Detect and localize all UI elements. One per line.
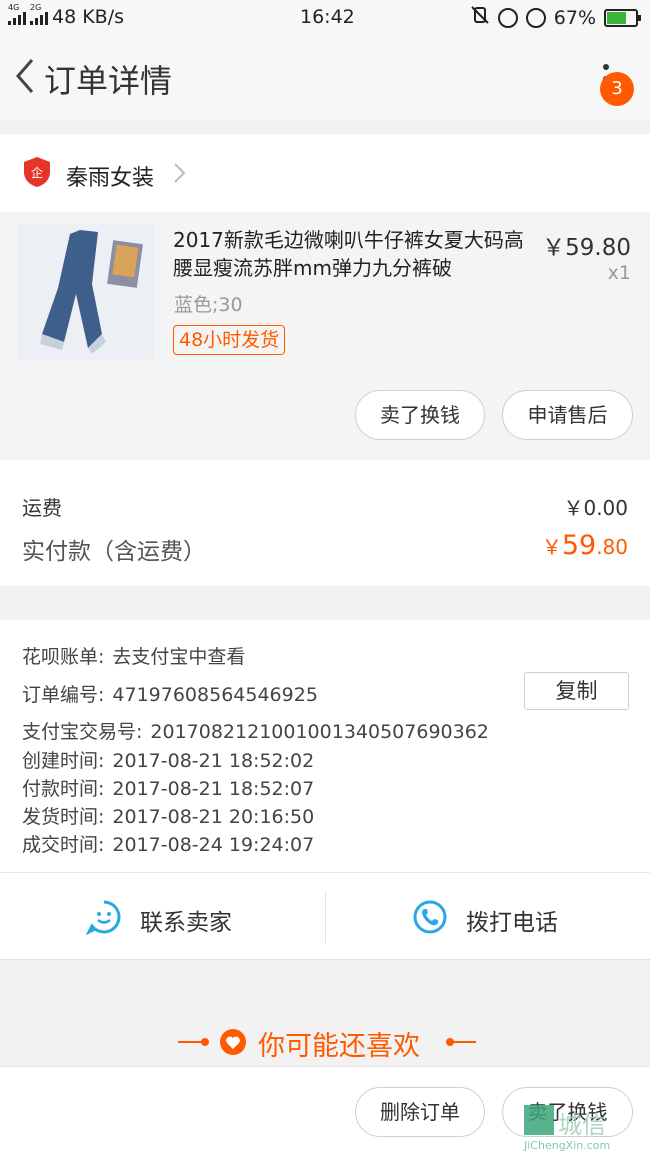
- contact-seller-label: 联系卖家: [140, 910, 232, 936]
- product-title[interactable]: 2017新款毛边微喇叭牛仔裤女夏大码高腰显瘦流苏胖mm弹力九分裤破: [173, 226, 533, 282]
- enterprise-shield-icon: 企: [24, 157, 50, 187]
- sell-exchange-button[interactable]: 卖了换钱: [355, 390, 485, 440]
- phone-icon: [413, 900, 447, 934]
- huabei-link[interactable]: 去支付宝中查看: [112, 642, 245, 669]
- paid-currency: ￥: [541, 535, 562, 559]
- decor-line-right: [446, 1041, 476, 1043]
- created-value: 2017-08-21 18:52:02: [112, 750, 315, 772]
- created-label: 创建时间:: [22, 750, 105, 772]
- done-row: 成交时间: 2017-08-24 19:24:07: [22, 830, 314, 857]
- battery-icon: [604, 8, 641, 27]
- rotation-lock-icon: [497, 7, 518, 28]
- bottom-action-bar: 删除订单 卖了换钱 城信 JiChengXin.com: [0, 1066, 650, 1155]
- product-thumbnail[interactable]: [18, 224, 155, 360]
- watermark-en: JiChengXin.com: [524, 1139, 611, 1152]
- status-bar: 4G 2G 48 KB/s 16:42 67%: [0, 0, 650, 34]
- call-phone-label: 拨打电话: [466, 910, 558, 936]
- huabei-row: 花呗账单: 去支付宝中查看: [22, 642, 245, 669]
- recommend-header: 你可能还喜欢: [0, 1016, 650, 1066]
- svg-text:企: 企: [31, 165, 43, 180]
- network-speed: 48 KB/s: [52, 6, 125, 28]
- shop-row[interactable]: 企 秦雨女装: [0, 134, 650, 212]
- order-number-row: 订单编号: 471976085645469​25: [22, 680, 318, 707]
- contact-seller-button[interactable]: 联系卖家: [0, 873, 325, 961]
- vibrate-off-icon: [470, 5, 490, 30]
- fee-section: 运费 ￥0.00 实付款（含运费） ￥59.80: [0, 460, 650, 586]
- paid-integer: 59: [561, 530, 597, 561]
- done-value: 2017-08-24 19:24:07: [112, 834, 315, 856]
- chevron-right-icon: [174, 163, 186, 183]
- shipped-value: 2017-08-21 20:16:50: [112, 806, 315, 828]
- paid-label: 实付款（含运费）: [22, 539, 206, 565]
- product-quantity: x1: [607, 262, 631, 284]
- paid-time-label: 付款时间:: [22, 778, 105, 800]
- order-info-section: 花呗账单: 去支付宝中查看 订单编号: 471976085645469​25 复制 …: [0, 620, 650, 872]
- product-card: 2017新款毛边微喇叭牛仔裤女夏大码高腰显瘦流苏胖mm弹力九分裤破 ￥59.80…: [0, 212, 650, 460]
- alipay-value: 20170821210010013405076903​62: [150, 721, 489, 743]
- paid-time-row: 付款时间: 2017-08-21 18:52:07: [22, 774, 314, 801]
- copy-button[interactable]: 复制: [524, 672, 629, 710]
- huabei-label: 花呗账单:: [22, 646, 105, 668]
- paid-amount: ￥59.80: [542, 530, 628, 561]
- done-label: 成交时间:: [22, 834, 105, 856]
- paid-decimal: .80: [596, 535, 628, 559]
- decor-dot-left: [201, 1038, 209, 1046]
- status-left: 4G 2G 48 KB/s: [8, 3, 125, 28]
- contact-bar: 联系卖家 拨打电话: [0, 872, 650, 960]
- app-header: 订单详情 3: [0, 34, 650, 120]
- after-sale-button[interactable]: 申请售后: [502, 390, 633, 440]
- page-title: 订单详情: [44, 62, 173, 100]
- alipay-label: 支付宝交易号:: [22, 721, 143, 743]
- call-phone-button[interactable]: 拨打电话: [326, 873, 650, 961]
- chat-bubble-icon: [86, 900, 121, 935]
- created-row: 创建时间: 2017-08-21 18:52:02: [22, 746, 314, 773]
- shipping-tag: 48小时发货: [173, 325, 286, 355]
- watermark-square: [524, 1105, 554, 1135]
- shop-name: 秦雨女装: [66, 166, 155, 191]
- product-sku: 蓝色;30: [174, 294, 243, 316]
- alarm-icon: [525, 7, 546, 28]
- recommend-title: 你可能还喜欢: [258, 1031, 420, 1062]
- watermark-cn: 城信: [558, 1111, 606, 1139]
- battery-percent: 67%: [553, 6, 596, 29]
- order-number-value: 471976085645469​25: [112, 684, 318, 706]
- signal-4g-icon: 4G: [8, 3, 26, 25]
- status-right: 67%: [470, 5, 641, 30]
- alipay-row: 支付宝交易号: 20170821210010013405076903​62: [22, 717, 489, 744]
- battery-fill: [607, 11, 626, 24]
- shipping-label: 运费: [22, 496, 62, 520]
- watermark-logo: 城信 JiChengXin.com: [524, 1103, 642, 1153]
- shipped-label: 发货时间:: [22, 806, 105, 828]
- signal-2g-icon: 2G: [30, 3, 48, 25]
- order-number-label: 订单编号:: [22, 684, 105, 706]
- paid-time-value: 2017-08-21 18:52:07: [112, 778, 315, 800]
- product-price: ￥59.80: [542, 235, 631, 261]
- delete-order-button[interactable]: 删除订单: [355, 1087, 485, 1137]
- shipped-row: 发货时间: 2017-08-21 20:16:50: [22, 802, 314, 829]
- status-time: 16:42: [300, 6, 355, 28]
- notification-badge: 3: [600, 72, 634, 106]
- shipping-value: ￥0.00: [563, 496, 628, 520]
- back-arrow-icon[interactable]: [12, 56, 40, 96]
- heart-icon: [220, 1029, 246, 1055]
